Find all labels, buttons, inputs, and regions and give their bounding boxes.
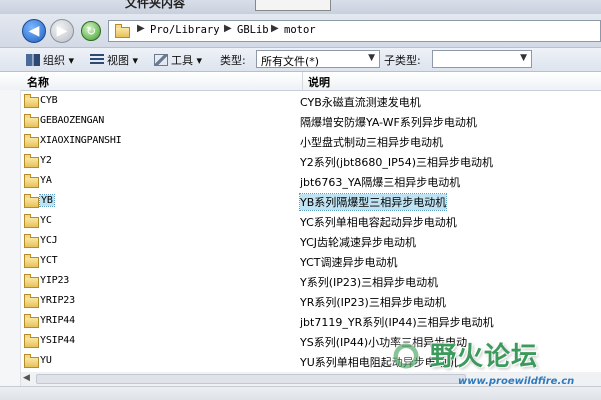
file-list: CYB CYB永磁直流测速发电机 GEBAOZENGAN 隔爆增安防爆YA-WF系列异…: [21, 92, 601, 372]
folder-icon: [24, 254, 39, 268]
title-bar: 文件夹内容: [0, 0, 601, 14]
back-arrow-icon: ◀: [28, 23, 40, 39]
file-name: YIP23: [40, 275, 70, 286]
folder-icon: [24, 194, 39, 208]
folder-icon: [24, 274, 39, 288]
list-item[interactable]: YC YC系列单相电容起动异步电动机: [21, 212, 601, 232]
file-name: YC: [40, 215, 52, 226]
file-description: jbt7119_YR系列(IP44)三相异步电动机: [300, 316, 494, 329]
view-menu[interactable]: 视图 ▾: [90, 52, 138, 68]
list-item[interactable]: YRIP23 YR系列(IP23)三相异步电动机: [21, 292, 601, 312]
file-name: YU: [40, 355, 52, 366]
column-divider[interactable]: [302, 72, 303, 90]
file-name: YCT: [40, 255, 58, 266]
list-item[interactable]: YB YB系列隔爆型三相异步电动机: [21, 192, 601, 212]
file-description: 隔爆增安防爆YA-WF系列异步电动机: [300, 116, 477, 129]
file-name: XIAOXINGPANSHI: [40, 135, 122, 146]
file-description: Y系列(IP23)三相异步电动机: [300, 276, 439, 289]
file-description: YB系列隔爆型三相异步电动机: [298, 193, 448, 211]
organize-icon: [26, 54, 40, 66]
chevron-down-icon: ▼: [368, 53, 375, 63]
folder-icon: [24, 294, 39, 308]
folder-icon: [24, 154, 39, 168]
file-name: CYB: [40, 95, 58, 106]
folder-icon: [24, 214, 39, 228]
type-select[interactable]: 所有文件(*) ▼: [256, 50, 380, 68]
breadcrumb-separator-icon[interactable]: ▶: [271, 23, 279, 34]
scroll-left-icon[interactable]: ◀: [23, 373, 30, 383]
forward-arrow-icon: ▶: [56, 23, 68, 39]
breadcrumb-gblib[interactable]: GBLib: [237, 24, 269, 36]
file-name: YB: [39, 194, 55, 207]
breadcrumb-motor[interactable]: motor: [284, 24, 316, 36]
column-desc-header[interactable]: 说明: [308, 74, 330, 90]
view-icon: [90, 54, 104, 66]
file-name: GEBAOZENGAN: [40, 115, 105, 126]
file-name: YRIP44: [40, 315, 75, 326]
file-description: CYB永磁直流测速发电机: [300, 96, 421, 109]
back-button[interactable]: ◀: [22, 19, 46, 43]
type-label: 类型:: [220, 54, 246, 67]
type-select-value: 所有文件(*): [261, 55, 320, 68]
view-label: 视图 ▾: [107, 54, 139, 67]
list-item[interactable]: XIAOXINGPANSHI 小型盘式制动三相异步电动机: [21, 132, 601, 152]
list-item[interactable]: YA jbt6763_YA隔爆三相异步电动机: [21, 172, 601, 192]
subtype-label: 子类型:: [384, 54, 421, 67]
folder-icon: [24, 174, 39, 188]
tools-icon: [154, 54, 168, 66]
folder-icon: [24, 314, 39, 328]
refresh-icon: ↻: [85, 24, 97, 38]
chevron-down-icon: ▼: [520, 53, 527, 63]
file-description: YCT调速异步电动机: [300, 256, 398, 269]
list-item[interactable]: YCT YCT调速异步电动机: [21, 252, 601, 272]
watermark-url: www.proewildfire.cn: [458, 376, 575, 387]
file-name: YA: [40, 175, 52, 186]
file-description: YCJ齿轮减速异步电动机: [300, 236, 417, 249]
organize-label: 组织 ▾: [43, 54, 75, 67]
breadcrumb-pro-library[interactable]: Pro/Library: [150, 24, 220, 36]
subtype-select[interactable]: ▼: [432, 50, 532, 68]
folder-icon: [24, 354, 39, 368]
list-item[interactable]: YRIP44 jbt7119_YR系列(IP44)三相异步电动机: [21, 312, 601, 332]
breadcrumb-separator-icon[interactable]: ▶: [137, 23, 145, 34]
file-name: YSIP44: [40, 335, 75, 346]
tools-menu[interactable]: 工具 ▾: [154, 52, 202, 68]
folder-icon: [24, 134, 39, 148]
list-item[interactable]: GEBAOZENGAN 隔爆增安防爆YA-WF系列异步电动机: [21, 112, 601, 132]
list-item[interactable]: YCJ YCJ齿轮减速异步电动机: [21, 232, 601, 252]
file-name: YCJ: [40, 235, 58, 246]
title-tab: [255, 0, 331, 11]
folder-icon: [24, 234, 39, 248]
watermark-text: 野火论坛: [430, 342, 539, 372]
file-description: 小型盘式制动三相异步电动机: [300, 136, 443, 149]
column-name-header[interactable]: 名称: [27, 74, 49, 90]
toolbar: 组织 ▾ 视图 ▾ 工具 ▾ 类型: 所有文件(*) ▼ 子类型: ▼: [0, 48, 601, 72]
forward-button[interactable]: ▶: [50, 19, 74, 43]
list-item[interactable]: CYB CYB永磁直流测速发电机: [21, 92, 601, 112]
file-description: Y2系列(jbt8680_IP54)三相异步电动机: [300, 156, 494, 169]
folder-icon: [115, 24, 130, 38]
refresh-button[interactable]: ↻: [81, 21, 101, 41]
navigation-pane: [0, 90, 21, 399]
list-item[interactable]: Y2 Y2系列(jbt8680_IP54)三相异步电动机: [21, 152, 601, 172]
file-name: YRIP23: [40, 295, 75, 306]
tools-label: 工具 ▾: [171, 54, 203, 67]
watermark-logo-icon: [388, 338, 424, 374]
folder-icon: [24, 94, 39, 108]
file-description: YR系列(IP23)三相异步电动机: [300, 296, 446, 309]
breadcrumb-separator-icon[interactable]: ▶: [224, 23, 232, 34]
file-description: jbt6763_YA隔爆三相异步电动机: [300, 176, 461, 189]
list-item[interactable]: YIP23 Y系列(IP23)三相异步电动机: [21, 272, 601, 292]
window-title: 文件夹内容: [125, 0, 186, 10]
watermark: 野火论坛 www.proewildfire.cn: [388, 336, 598, 394]
organize-menu[interactable]: 组织 ▾: [26, 52, 74, 68]
navigation-bar: ◀ ▶ ↻ ▶ Pro/Library ▶ GBLib ▶ motor: [0, 14, 601, 48]
file-description: YC系列单相电容起动异步电动机: [300, 216, 457, 229]
folder-icon: [24, 334, 39, 348]
address-bar[interactable]: ▶ Pro/Library ▶ GBLib ▶ motor: [108, 20, 601, 42]
column-header: 名称 说明: [0, 72, 601, 91]
file-name: Y2: [40, 155, 52, 166]
folder-icon: [24, 114, 39, 128]
